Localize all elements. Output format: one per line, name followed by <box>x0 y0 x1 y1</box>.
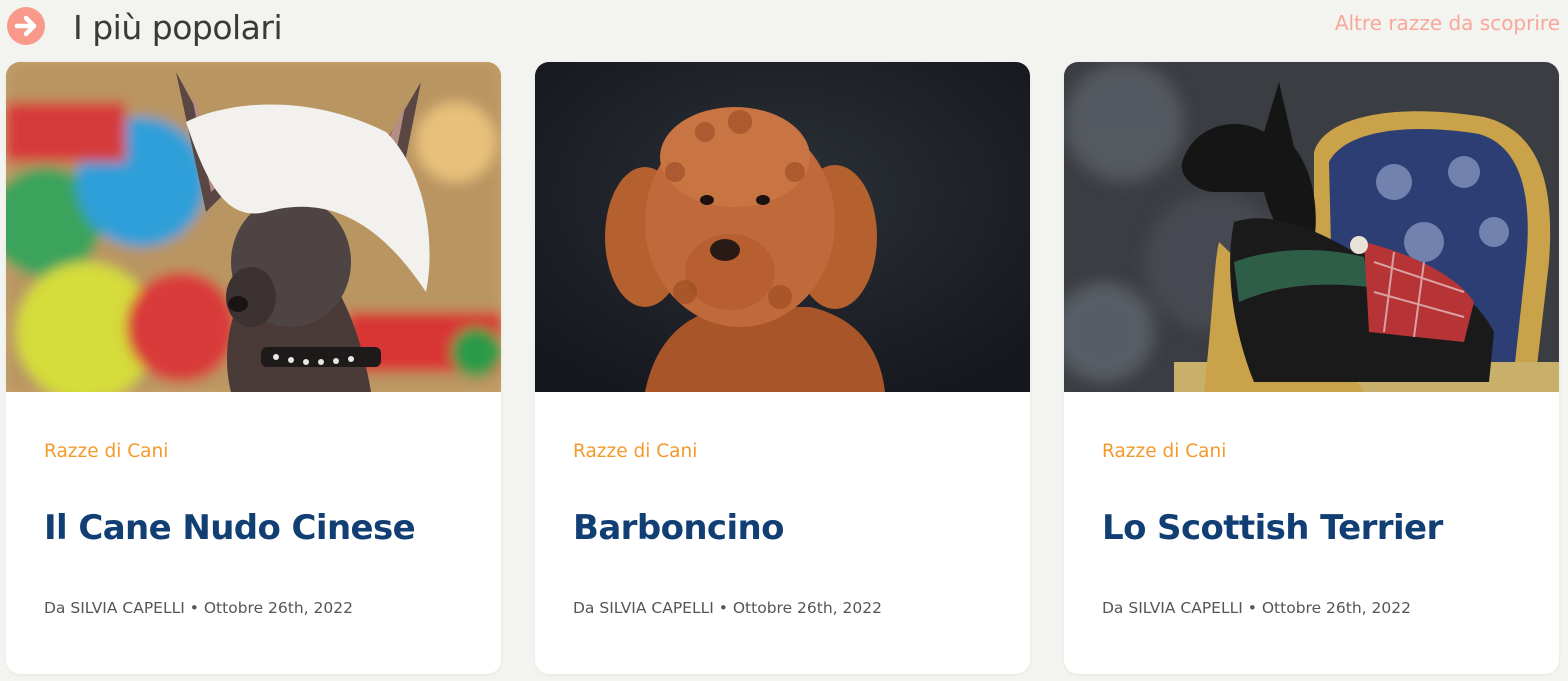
card-category[interactable]: Razze di Cani <box>573 439 697 465</box>
card-date: Ottobre 26th, 2022 <box>203 599 353 617</box>
card-meta: Da SILVIA CAPELLI • Ottobre 26th, 2022 <box>1102 597 1411 619</box>
meta-separator: • <box>1247 599 1257 617</box>
section-header: I più popolari Altre razze da scoprire <box>0 0 1568 56</box>
page-title: I più popolari <box>73 8 283 47</box>
arrow-right-circle-icon[interactable] <box>7 7 45 45</box>
article-card[interactable]: Razze di Cani Barboncino Da SILVIA CAPEL… <box>535 62 1030 674</box>
meta-separator: • <box>189 599 199 617</box>
card-author: Da SILVIA CAPELLI <box>1102 599 1243 617</box>
card-date: Ottobre 26th, 2022 <box>732 599 882 617</box>
article-card[interactable]: Razze di Cani Il Cane Nudo Cinese Da SIL… <box>6 62 501 674</box>
card-author: Da SILVIA CAPELLI <box>44 599 185 617</box>
card-meta: Da SILVIA CAPELLI • Ottobre 26th, 2022 <box>573 597 882 619</box>
article-card[interactable]: Razze di Cani Lo Scottish Terrier Da SIL… <box>1064 62 1559 674</box>
card-date: Ottobre 26th, 2022 <box>1261 599 1411 617</box>
meta-separator: • <box>718 599 728 617</box>
chinese-crested-dog-image[interactable] <box>6 62 501 392</box>
scottish-terrier-image[interactable] <box>1064 62 1559 392</box>
card-title[interactable]: Lo Scottish Terrier <box>1102 505 1542 551</box>
card-category[interactable]: Razze di Cani <box>1102 439 1226 465</box>
card-title[interactable]: Il Cane Nudo Cinese <box>44 505 484 551</box>
card-author: Da SILVIA CAPELLI <box>573 599 714 617</box>
card-title[interactable]: Barboncino <box>573 505 1013 551</box>
card-meta: Da SILVIA CAPELLI • Ottobre 26th, 2022 <box>44 597 353 619</box>
poodle-image[interactable] <box>535 62 1030 392</box>
more-breeds-link[interactable]: Altre razze da scoprire <box>1335 9 1560 37</box>
card-category[interactable]: Razze di Cani <box>44 439 168 465</box>
